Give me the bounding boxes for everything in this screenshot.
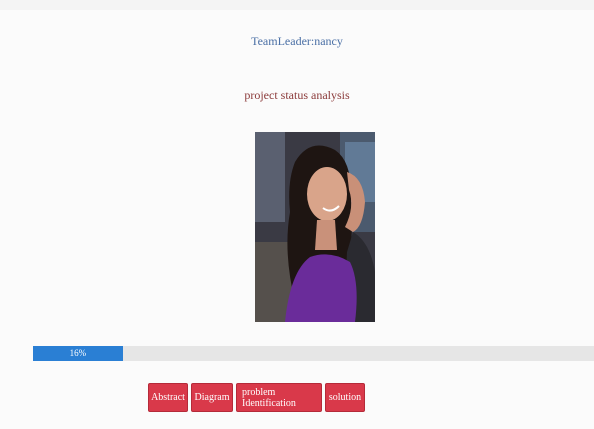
- page: TeamLeader:nancy project status analysis: [0, 10, 594, 429]
- person-photo-icon: [255, 132, 375, 322]
- progress-bar: 16%: [33, 346, 594, 361]
- diagram-button[interactable]: Diagram: [191, 383, 233, 412]
- page-subtitle: project status analysis: [244, 88, 350, 102]
- page-title: TeamLeader:nancy: [251, 34, 343, 48]
- action-buttons: Abstract Diagram problem Identification …: [148, 383, 365, 412]
- abstract-button[interactable]: Abstract: [148, 383, 188, 412]
- problem-identification-button[interactable]: problem Identification: [236, 383, 322, 412]
- progress-fill: 16%: [33, 346, 123, 361]
- solution-button[interactable]: solution: [325, 383, 365, 412]
- progress-label: 16%: [69, 348, 87, 358]
- profile-photo: [255, 132, 375, 322]
